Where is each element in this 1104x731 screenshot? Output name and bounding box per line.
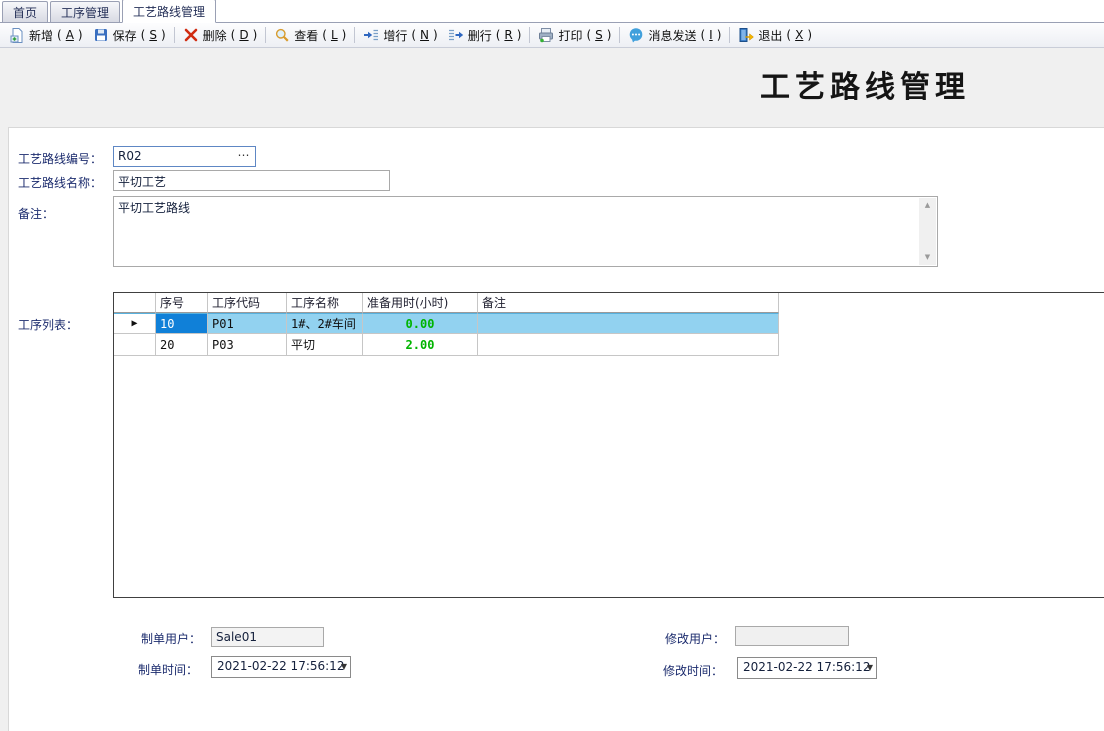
remark-scrollbar[interactable]: ▲ ▼ (919, 198, 936, 265)
route-name-label: 工艺路线名称： (18, 174, 102, 191)
cell-seq[interactable]: 20 (156, 334, 208, 356)
toolbar-separator (174, 27, 175, 43)
chevron-down-icon[interactable]: ▼ (341, 662, 347, 671)
print-button[interactable]: 打印(S) (533, 26, 616, 45)
exit-label: 退出 (758, 27, 782, 44)
add-row-label: 增行 (383, 27, 407, 44)
delete-icon (183, 27, 199, 43)
tab-process-management[interactable]: 工序管理 (50, 1, 120, 22)
modify-time-value: 2021-02-22 17:56:12 (743, 660, 870, 674)
save-label: 保存 (113, 27, 137, 44)
modify-time-label: 修改时间： (663, 662, 723, 679)
creator-label: 制单用户： (141, 630, 201, 647)
cell-remark[interactable] (478, 334, 779, 356)
toolbar-separator (354, 27, 355, 43)
delete-row-button[interactable]: 删行(R) (443, 26, 527, 45)
cell-name[interactable]: 1#、2#车间 (287, 313, 363, 334)
row-indicator: ▶ (114, 313, 156, 334)
view-label: 查看 (294, 27, 318, 44)
app-window: 首页 工序管理 工艺路线管理 新增(A) 保存(S) 删除(D) (0, 0, 1104, 731)
left-margin (0, 127, 8, 731)
modify-time-picker[interactable]: 2021-02-22 17:56:12 ▼ (737, 657, 877, 679)
delete-button[interactable]: 删除(D) (178, 26, 263, 45)
message-icon (628, 27, 644, 43)
add-row-button[interactable]: 增行(N) (358, 26, 442, 45)
delete-row-icon (448, 27, 464, 43)
scroll-up-icon[interactable]: ▲ (919, 198, 936, 213)
toolbar: 新增(A) 保存(S) 删除(D) 查看(L) (0, 23, 1104, 48)
grid-header-name[interactable]: 工序名称 (287, 293, 363, 313)
send-message-button[interactable]: 消息发送(I) (623, 26, 726, 45)
row-indicator (114, 334, 156, 356)
tab-home[interactable]: 首页 (2, 1, 48, 22)
grid-header-prep[interactable]: 准备用时(小时) (363, 293, 478, 313)
cell-code[interactable]: P01 (208, 313, 287, 334)
save-icon (93, 27, 109, 43)
cell-prep-time[interactable]: 2.00 (363, 334, 478, 356)
cell-remark[interactable] (478, 313, 779, 334)
table-row[interactable]: 20 P03 平切 2.00 (114, 334, 1104, 356)
cell-seq[interactable]: 10 (156, 313, 208, 334)
grid-header-indicator (114, 293, 156, 313)
process-list-label: 工序列表： (18, 316, 78, 333)
create-time-label: 制单时间： (138, 661, 198, 678)
page-title: 工艺路线管理 (690, 62, 1040, 106)
route-code-label: 工艺路线编号： (18, 150, 102, 167)
exit-button[interactable]: 退出(X) (733, 26, 817, 45)
remark-textarea[interactable]: 平切工艺路线 ▲ ▼ (113, 196, 938, 267)
create-time-value: 2021-02-22 17:56:12 (217, 659, 344, 673)
save-button[interactable]: 保存(S) (88, 26, 171, 45)
route-name-value: 平切工艺 (118, 175, 166, 189)
table-row[interactable]: ▶ 10 P01 1#、2#车间 0.00 (114, 313, 1104, 334)
view-icon (274, 27, 290, 43)
new-button[interactable]: 新增(A) (4, 26, 88, 45)
browse-button[interactable]: ⋯ (235, 147, 253, 164)
grid-header-code[interactable]: 工序代码 (208, 293, 287, 313)
remark-label: 备注： (18, 205, 54, 222)
process-grid: 序号 工序代码 工序名称 准备用时(小时) 备注 ▶ 10 P01 1#、2#车… (113, 292, 1104, 598)
grid-header-seq[interactable]: 序号 (156, 293, 208, 313)
creator-value: Sale01 (216, 630, 257, 644)
toolbar-separator (529, 27, 530, 43)
toolbar-separator (619, 27, 620, 43)
new-icon (9, 27, 25, 43)
modifier-input[interactable] (735, 626, 849, 646)
modifier-label: 修改用户： (665, 630, 725, 647)
creator-input[interactable]: Sale01 (211, 627, 324, 647)
chevron-down-icon[interactable]: ▼ (867, 663, 873, 672)
remark-value: 平切工艺路线 (118, 199, 915, 216)
delete-row-label: 删行 (468, 27, 492, 44)
cell-name[interactable]: 平切 (287, 334, 363, 356)
toolbar-separator (729, 27, 730, 43)
delete-label: 删除 (203, 27, 227, 44)
route-code-input[interactable]: R02 ⋯ (113, 146, 256, 167)
toolbar-separator (265, 27, 266, 43)
tab-routing-management[interactable]: 工艺路线管理 (122, 0, 216, 23)
print-icon (538, 27, 554, 43)
new-label: 新增 (29, 27, 53, 44)
create-time-picker[interactable]: 2021-02-22 17:56:12 ▼ (211, 656, 351, 678)
exit-icon (738, 27, 754, 43)
cell-code[interactable]: P03 (208, 334, 287, 356)
route-code-value: R02 (118, 149, 142, 163)
add-row-icon (363, 27, 379, 43)
cell-prep-time[interactable]: 0.00 (363, 313, 478, 334)
print-label: 打印 (558, 27, 582, 44)
send-message-label: 消息发送 (648, 27, 696, 44)
scroll-down-icon[interactable]: ▼ (919, 250, 936, 265)
route-name-input[interactable]: 平切工艺 (113, 170, 390, 191)
grid-header-remark[interactable]: 备注 (478, 293, 779, 313)
tab-bar: 首页 工序管理 工艺路线管理 (0, 0, 1104, 23)
grid-header-row: 序号 工序代码 工序名称 准备用时(小时) 备注 (114, 293, 1104, 313)
view-button[interactable]: 查看(L) (269, 26, 351, 45)
